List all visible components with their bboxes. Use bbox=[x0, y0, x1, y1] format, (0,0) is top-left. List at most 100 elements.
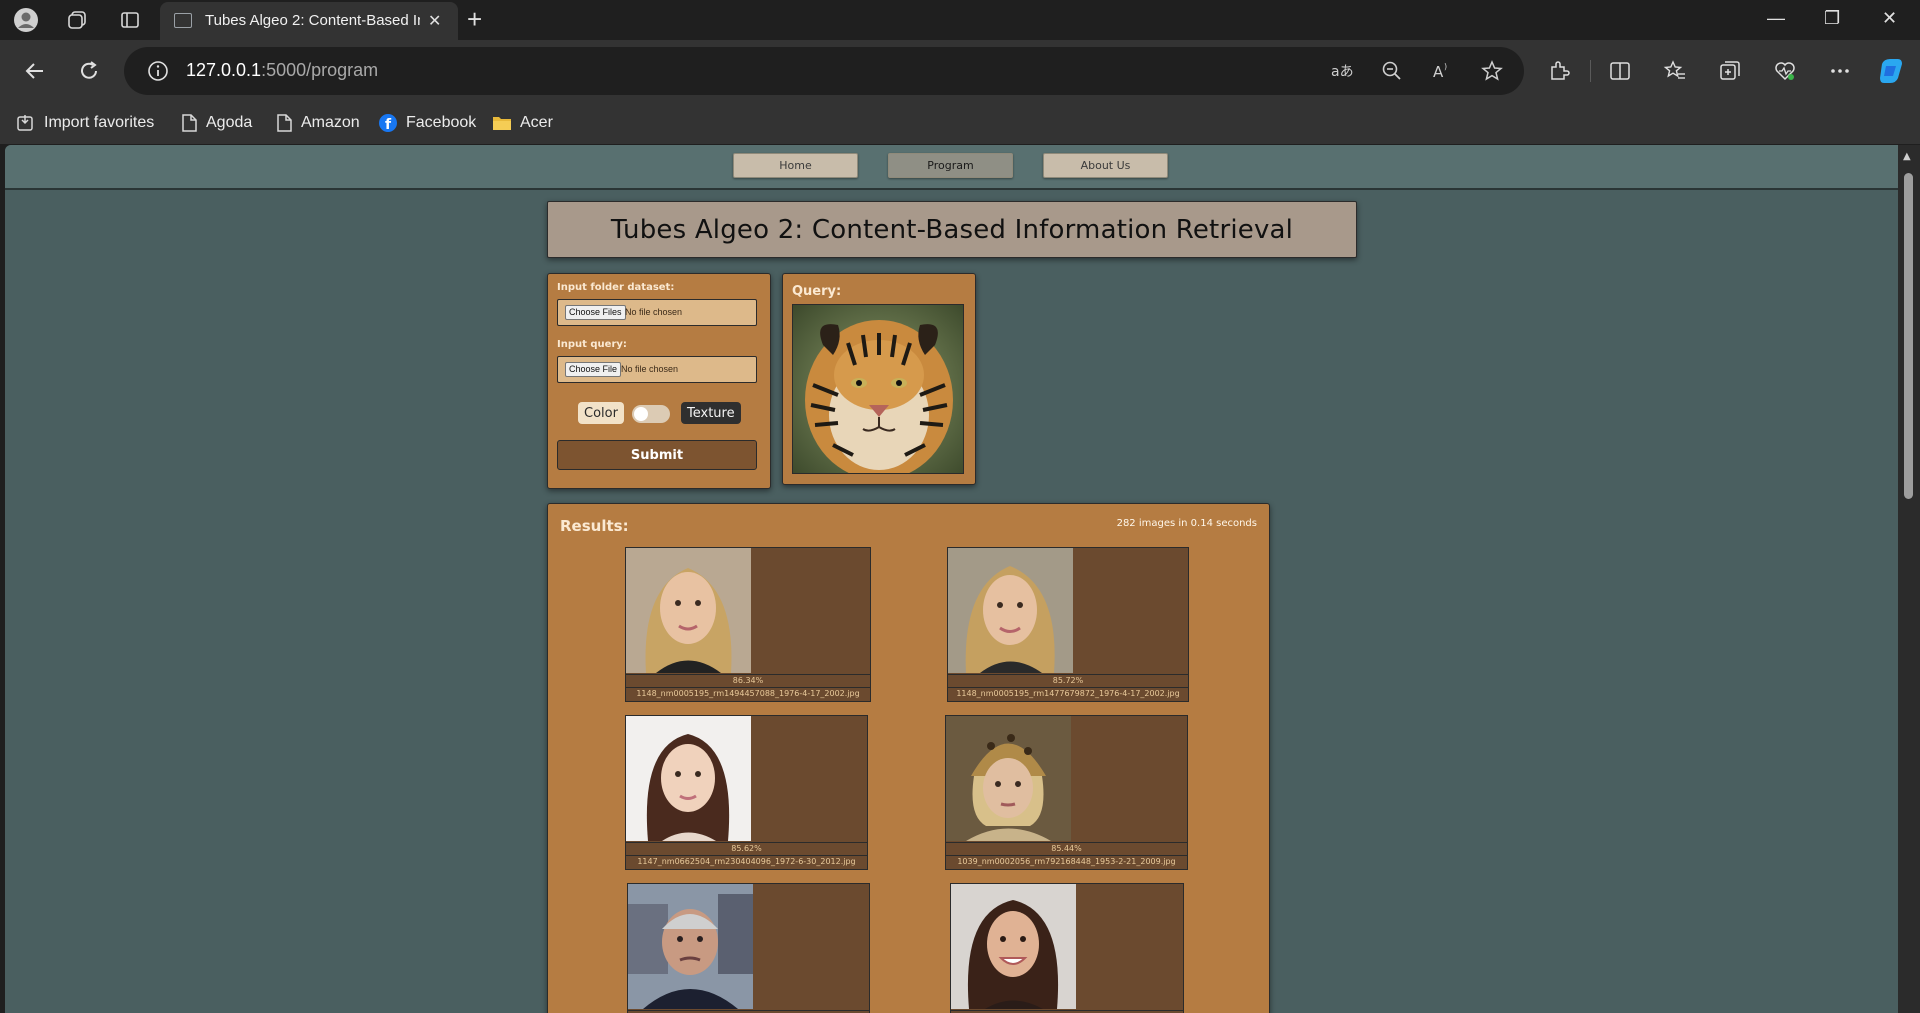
result-card[interactable]: 85.72% 1148_nm0005195_rm1477679872_1976-… bbox=[947, 547, 1189, 702]
browser-titlebar: Tubes Algeo 2: Content-Based In ✕ + — ❐ … bbox=[0, 0, 1920, 40]
tab-title: Tubes Algeo 2: Content-Based In bbox=[205, 12, 420, 29]
older-man-photo bbox=[628, 884, 753, 1009]
svg-text:A: A bbox=[1433, 63, 1444, 81]
input-form: Input folder dataset: Choose Files No fi… bbox=[547, 273, 771, 489]
choose-file-button[interactable]: Choose File bbox=[565, 362, 622, 377]
tiger-image bbox=[792, 304, 964, 474]
tab-actions-icon[interactable] bbox=[117, 7, 143, 33]
tab-close-icon[interactable]: ✕ bbox=[428, 11, 441, 30]
browser-essentials-icon[interactable] bbox=[1770, 56, 1800, 86]
result-card[interactable]: 85.44% 1039_nm0002056_rm792168448_1953-2… bbox=[945, 715, 1188, 870]
url-text[interactable]: 127.0.0.1:5000/program bbox=[186, 60, 378, 81]
svg-text:): ) bbox=[1444, 62, 1447, 71]
import-icon bbox=[17, 115, 33, 131]
blonde-woman-photo bbox=[948, 548, 1073, 673]
toggle-knob bbox=[634, 407, 648, 421]
page-viewport: Home Program About Us Tubes Algeo 2: Con… bbox=[5, 145, 1898, 1013]
color-mode-label: Color bbox=[578, 402, 624, 424]
nav-about-button[interactable]: About Us bbox=[1043, 153, 1168, 178]
extensions-icon[interactable] bbox=[1544, 56, 1574, 86]
folder-icon bbox=[493, 117, 511, 130]
similarity-score: 85.62% bbox=[626, 842, 867, 854]
bookmark-agoda[interactable]: Agoda bbox=[180, 112, 252, 134]
browser-toolbar: 127.0.0.1:5000/program aあ A) bbox=[0, 40, 1920, 102]
favorites-icon[interactable] bbox=[1660, 56, 1690, 86]
result-card[interactable]: 85.62% 1147_nm0662504_rm230404096_1972-6… bbox=[625, 715, 868, 870]
address-bar[interactable]: 127.0.0.1:5000/program aあ A) bbox=[124, 47, 1524, 95]
page-icon bbox=[277, 114, 292, 132]
page-scrollbar[interactable]: ▲ bbox=[1898, 145, 1920, 1013]
nav-home-button[interactable]: Home bbox=[733, 153, 858, 178]
refresh-icon[interactable] bbox=[74, 56, 104, 86]
bookmark-label: Amazon bbox=[301, 114, 360, 131]
page-title-box: Tubes Algeo 2: Content-Based Information… bbox=[547, 201, 1357, 258]
bookmark-label: Acer bbox=[520, 114, 553, 131]
favorite-star-icon[interactable] bbox=[1480, 59, 1504, 83]
toolbar-divider bbox=[1590, 60, 1591, 82]
bookmark-label: Agoda bbox=[206, 114, 253, 131]
choose-files-button[interactable]: Choose Files bbox=[565, 305, 626, 320]
zoom-out-icon[interactable] bbox=[1380, 59, 1404, 83]
site-info-icon[interactable] bbox=[146, 59, 170, 83]
close-window-button[interactable]: ✕ bbox=[1882, 8, 1897, 29]
browser-tab-active[interactable]: Tubes Algeo 2: Content-Based In ✕ bbox=[160, 2, 458, 40]
restore-button[interactable]: ❐ bbox=[1824, 8, 1840, 29]
bookmark-label: Facebook bbox=[406, 114, 477, 131]
query-label: Input query: bbox=[557, 339, 627, 350]
collections-icon[interactable] bbox=[1715, 56, 1745, 86]
bookmark-acer-folder[interactable]: Acer bbox=[492, 112, 553, 134]
result-filename: 1147_nm0662504_rm230404096_1972-6-30_201… bbox=[626, 855, 867, 867]
page-title: Tubes Algeo 2: Content-Based Information… bbox=[610, 214, 1294, 245]
bookmark-label: Import favorites bbox=[44, 114, 155, 131]
dataset-label: Input folder dataset: bbox=[557, 282, 675, 293]
query-preview-label: Query: bbox=[792, 284, 842, 299]
results-stats: 282 images in 0.14 seconds bbox=[1116, 518, 1257, 529]
workspaces-icon[interactable] bbox=[64, 7, 90, 33]
mode-toggle-switch[interactable] bbox=[632, 405, 670, 423]
dataset-file-status: No file chosen bbox=[625, 307, 683, 317]
brunette-girl-photo bbox=[626, 716, 751, 841]
results-label: Results: bbox=[560, 517, 629, 535]
result-card[interactable]: 86.34% 1148_nm0005195_rm1494457088_1976-… bbox=[625, 547, 871, 702]
blonde-woman-photo bbox=[626, 548, 751, 673]
bookmark-facebook[interactable]: f Facebook bbox=[378, 112, 476, 134]
back-arrow-icon[interactable] bbox=[20, 56, 50, 86]
query-file-status: No file chosen bbox=[621, 364, 679, 374]
bookmark-amazon[interactable]: Amazon bbox=[275, 112, 360, 134]
new-tab-button[interactable]: + bbox=[467, 4, 482, 35]
query-file-input[interactable]: Choose File No file chosen bbox=[557, 356, 757, 383]
minimize-button[interactable]: — bbox=[1767, 8, 1785, 29]
woman-headdress-photo bbox=[946, 716, 1071, 841]
similarity-score: 85.44% bbox=[946, 842, 1187, 854]
translate-icon[interactable]: aあ bbox=[1330, 59, 1354, 83]
facebook-icon: f bbox=[379, 114, 397, 133]
submit-button[interactable]: Submit bbox=[557, 440, 757, 470]
query-preview: Query: bbox=[782, 273, 976, 485]
more-options-icon[interactable] bbox=[1825, 56, 1855, 86]
similarity-score: 85.72% bbox=[948, 674, 1188, 686]
result-card[interactable] bbox=[627, 883, 870, 1013]
bookmark-import-favorites[interactable]: Import favorites bbox=[16, 112, 154, 134]
texture-mode-label: Texture bbox=[681, 402, 741, 424]
page-icon bbox=[182, 114, 197, 132]
terminal-favicon-icon bbox=[174, 13, 192, 28]
result-filename: 1148_nm0005195_rm1494457088_1976-4-17_20… bbox=[626, 687, 870, 699]
bookmarks-bar: Import favorites Agoda Amazon f Facebook… bbox=[0, 102, 1920, 144]
read-aloud-icon[interactable]: A) bbox=[1431, 59, 1455, 83]
svg-text:aあ: aあ bbox=[1331, 64, 1354, 80]
svg-text:f: f bbox=[385, 117, 392, 133]
scroll-up-arrow-icon[interactable]: ▲ bbox=[1903, 151, 1911, 162]
profile-icon[interactable] bbox=[13, 7, 39, 33]
result-filename: 1039_nm0002056_rm792168448_1953-2-21_200… bbox=[946, 855, 1187, 867]
result-filename: 1148_nm0005195_rm1477679872_1976-4-17_20… bbox=[948, 687, 1188, 699]
smiling-woman-photo bbox=[951, 884, 1076, 1009]
copilot-icon[interactable] bbox=[1876, 56, 1906, 86]
nav-program-button[interactable]: Program bbox=[888, 153, 1013, 178]
scrollbar-thumb[interactable] bbox=[1904, 173, 1913, 499]
results-panel: Results: 282 images in 0.14 seconds 86.3… bbox=[547, 503, 1270, 1013]
site-navigation: Home Program About Us bbox=[5, 145, 1898, 190]
split-screen-icon[interactable] bbox=[1605, 56, 1635, 86]
similarity-score: 86.34% bbox=[626, 674, 870, 686]
dataset-file-input[interactable]: Choose Files No file chosen bbox=[557, 299, 757, 326]
result-card[interactable] bbox=[950, 883, 1184, 1013]
